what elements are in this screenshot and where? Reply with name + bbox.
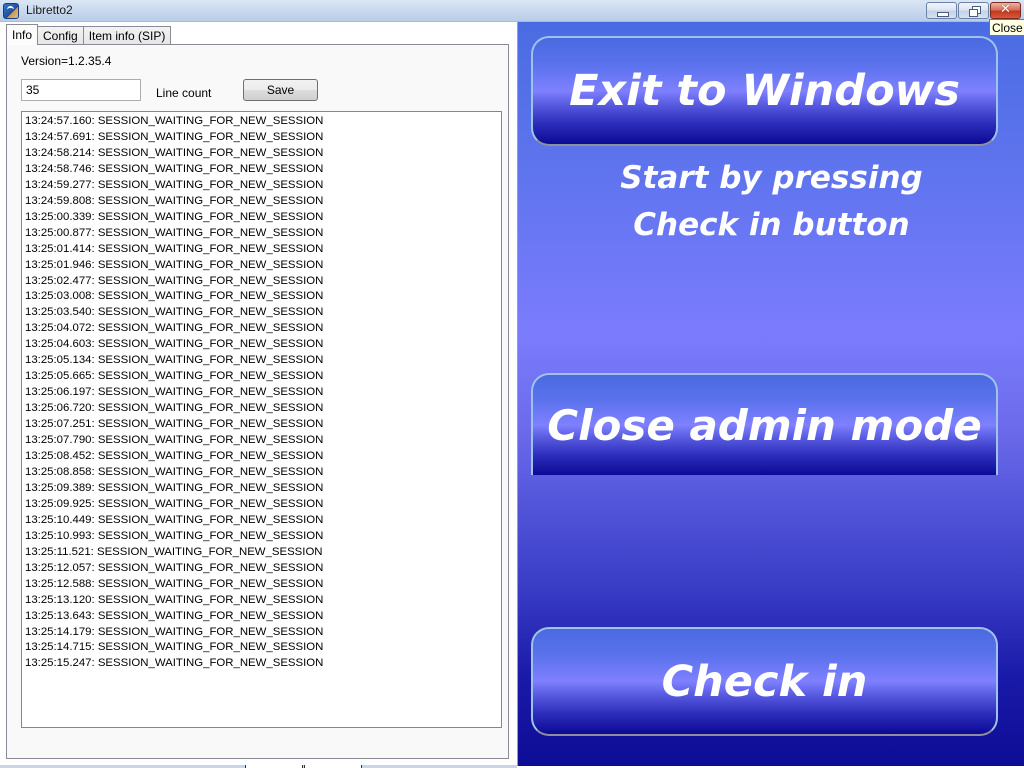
admin-panel: Info Config Item info (SIP) Version=1.2.… — [0, 22, 517, 768]
instructions-line-2: Check in button — [633, 207, 910, 243]
log-line: 13:24:59.277: SESSION_WAITING_FOR_NEW_SE… — [25, 178, 324, 191]
log-line: 13:25:06.720: SESSION_WAITING_FOR_NEW_SE… — [25, 402, 324, 415]
log-line: 13:25:00.339: SESSION_WAITING_FOR_NEW_SE… — [25, 210, 324, 223]
exit-to-windows-button[interactable]: Exit to Windows — [531, 36, 998, 146]
close-button[interactable]: ✕ — [990, 2, 1021, 19]
log-line: 13:25:10.993: SESSION_WAITING_FOR_NEW_SE… — [25, 529, 324, 542]
instructions-line-1: Start by pressing — [620, 160, 923, 196]
minimize-button[interactable] — [926, 2, 957, 19]
log-list[interactable]: 13:24:57.160: SESSION_WAITING_FOR_NEW_SE… — [21, 111, 502, 728]
log-line: 13:25:02.477: SESSION_WAITING_FOR_NEW_SE… — [25, 274, 324, 287]
log-line: 13:25:15.247: SESSION_WAITING_FOR_NEW_SE… — [25, 657, 324, 670]
tab-info[interactable]: Info — [6, 24, 39, 45]
log-line: 13:25:01.414: SESSION_WAITING_FOR_NEW_SE… — [25, 242, 324, 255]
log-line: 13:25:07.251: SESSION_WAITING_FOR_NEW_SE… — [25, 418, 324, 431]
tab-item-info-sip[interactable]: Item info (SIP) — [82, 26, 172, 45]
check-in-button[interactable]: Check in — [531, 627, 998, 736]
log-line: 13:25:13.643: SESSION_WAITING_FOR_NEW_SE… — [25, 609, 324, 622]
tab-strip: Info Config Item info (SIP) — [6, 24, 172, 45]
log-line: 13:25:12.588: SESSION_WAITING_FOR_NEW_SE… — [25, 577, 324, 590]
log-line: 13:25:10.449: SESSION_WAITING_FOR_NEW_SE… — [25, 513, 324, 526]
version-label: Version=1.2.35.4 — [21, 54, 112, 68]
line-count-label: Line count — [156, 86, 212, 100]
title-bar: Libretto2 ✕ — [0, 0, 1024, 22]
log-line: 13:25:12.057: SESSION_WAITING_FOR_NEW_SE… — [25, 561, 324, 574]
log-line: 13:25:08.452: SESSION_WAITING_FOR_NEW_SE… — [25, 450, 324, 463]
log-line: 13:24:59.808: SESSION_WAITING_FOR_NEW_SE… — [25, 194, 324, 207]
restore-button[interactable] — [958, 2, 989, 19]
log-line: 13:25:05.665: SESSION_WAITING_FOR_NEW_SE… — [25, 370, 324, 383]
tab-config[interactable]: Config — [37, 26, 84, 45]
log-line: 13:25:01.946: SESSION_WAITING_FOR_NEW_SE… — [25, 258, 324, 271]
log-line: 13:25:04.072: SESSION_WAITING_FOR_NEW_SE… — [25, 322, 324, 335]
log-line: 13:25:14.179: SESSION_WAITING_FOR_NEW_SE… — [25, 625, 324, 638]
log-line: 13:25:11.521: SESSION_WAITING_FOR_NEW_SE… — [25, 545, 323, 558]
log-line: 13:25:14.715: SESSION_WAITING_FOR_NEW_SE… — [25, 641, 324, 654]
log-line: 13:25:09.389: SESSION_WAITING_FOR_NEW_SE… — [25, 481, 324, 494]
log-line: 13:25:04.603: SESSION_WAITING_FOR_NEW_SE… — [25, 338, 324, 351]
log-line: 13:25:08.858: SESSION_WAITING_FOR_NEW_SE… — [25, 465, 324, 478]
close-tooltip: Close — [989, 19, 1024, 36]
log-line: 13:25:13.120: SESSION_WAITING_FOR_NEW_SE… — [25, 593, 324, 606]
log-line: 13:24:57.691: SESSION_WAITING_FOR_NEW_SE… — [25, 130, 324, 143]
kiosk-panel: Exit to Windows Start by pressing Check … — [517, 22, 1024, 766]
log-line: 13:24:57.160: SESSION_WAITING_FOR_NEW_SE… — [25, 115, 324, 127]
log-line: 13:24:58.214: SESSION_WAITING_FOR_NEW_SE… — [25, 146, 324, 159]
app-icon — [3, 3, 19, 19]
save-button[interactable]: Save — [243, 79, 318, 101]
log-line: 13:25:03.540: SESSION_WAITING_FOR_NEW_SE… — [25, 306, 324, 319]
log-line: 13:25:06.197: SESSION_WAITING_FOR_NEW_SE… — [25, 386, 324, 399]
log-line: 13:25:00.877: SESSION_WAITING_FOR_NEW_SE… — [25, 226, 324, 239]
close-icon: ✕ — [1000, 2, 1011, 17]
instructions-text: Start by pressing Check in button — [518, 155, 1024, 249]
log-line: 13:25:07.790: SESSION_WAITING_FOR_NEW_SE… — [25, 434, 324, 447]
window-title: Libretto2 — [26, 3, 73, 17]
info-tab-panel: Version=1.2.35.4 Line count Save 13:24:5… — [6, 44, 509, 759]
line-count-input[interactable] — [21, 79, 141, 101]
log-line: 13:24:58.746: SESSION_WAITING_FOR_NEW_SE… — [25, 162, 324, 175]
close-admin-mode-button[interactable]: Close admin mode — [531, 373, 998, 475]
log-line: 13:25:09.925: SESSION_WAITING_FOR_NEW_SE… — [25, 497, 324, 510]
log-line: 13:25:03.008: SESSION_WAITING_FOR_NEW_SE… — [25, 290, 324, 303]
log-line: 13:25:05.134: SESSION_WAITING_FOR_NEW_SE… — [25, 354, 324, 367]
